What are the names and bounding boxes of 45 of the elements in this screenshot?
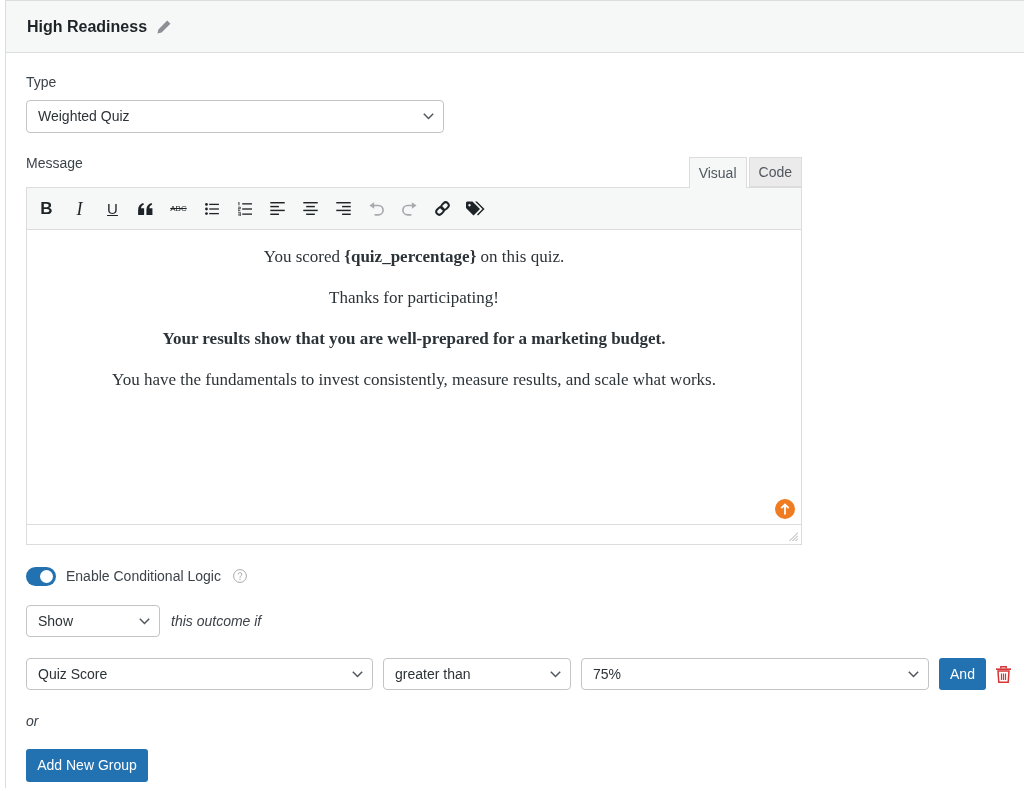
italic-button[interactable]: I [63, 193, 96, 224]
toggle-switch[interactable] [26, 566, 56, 586]
conditional-logic-label: Enable Conditional Logic [66, 567, 221, 586]
align-left-icon [270, 202, 285, 215]
tag-icon [465, 200, 486, 217]
bold-button[interactable]: B [30, 193, 63, 224]
action-dropdown[interactable]: Show [26, 605, 160, 637]
field-dropdown[interactable]: Quiz Score [26, 658, 373, 690]
link-icon [434, 200, 451, 217]
editor-paragraph: Your results show that you are well-prepared for a marketing budget. [161, 328, 667, 350]
strikethrough-button[interactable]: ABC [162, 193, 195, 224]
editor-paragraph: You have the fundamentals to invest consistently, measure results, and scale what works. [111, 369, 717, 391]
type-label: Type [26, 73, 57, 92]
undo-icon [369, 201, 384, 216]
trash-icon [996, 665, 1011, 683]
message-label: Message [26, 154, 83, 173]
underline-button[interactable]: U [96, 193, 129, 224]
arrow-up-circle-icon[interactable] [775, 499, 795, 519]
chevron-down-icon [550, 670, 561, 678]
pencil-icon[interactable] [157, 19, 172, 34]
panel-title: High Readiness [27, 16, 148, 37]
type-dropdown[interactable]: Weighted Quiz [26, 100, 444, 133]
bulleted-list-icon [204, 202, 219, 215]
quote-icon [138, 202, 153, 215]
redo-icon [402, 201, 417, 216]
editor-paragraph: You scored {quiz_percentage} on this quiz. [262, 246, 566, 268]
action-suffix-text: this outcome if [171, 612, 262, 631]
align-right-icon [336, 202, 351, 215]
value-dropdown[interactable]: 75% [581, 658, 929, 690]
or-label: or [26, 712, 39, 731]
resize-handle-icon[interactable] [789, 532, 798, 541]
delete-button[interactable] [996, 665, 1011, 683]
add-group-button[interactable]: Add New Group [26, 749, 148, 782]
chevron-down-icon [423, 113, 434, 120]
editor-field[interactable] [26, 230, 802, 524]
editor-tab[interactable]: Code [748, 157, 802, 187]
align-center-icon [303, 202, 318, 215]
chevron-down-icon [352, 670, 363, 678]
numbered-list-icon [237, 201, 252, 216]
chevron-down-icon [908, 670, 919, 678]
chevron-down-icon [139, 617, 150, 625]
and-button[interactable]: And [939, 658, 986, 690]
editor-paragraph: Thanks for participating! [328, 287, 500, 309]
editor-tab[interactable]: Visual [688, 157, 747, 188]
operator-dropdown[interactable]: greater than [383, 658, 571, 690]
